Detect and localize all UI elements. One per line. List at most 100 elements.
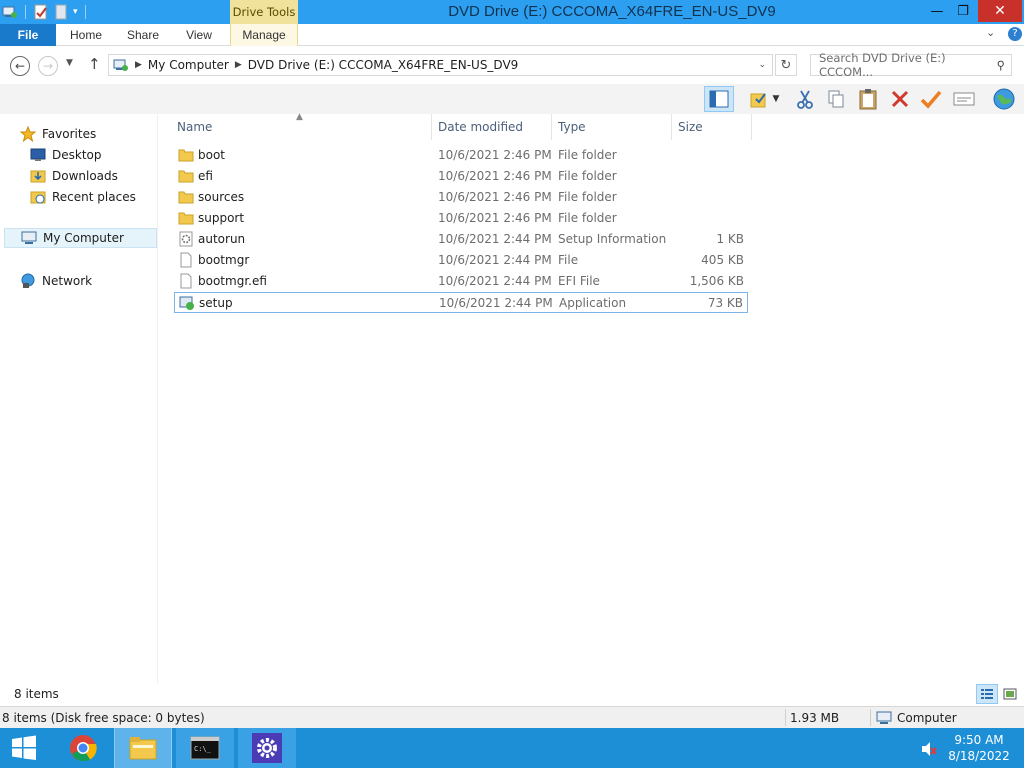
file-type: File folder (558, 211, 617, 225)
delete-x-icon (891, 90, 909, 108)
file-row-support[interactable]: support 10/6/2021 2:46 PM File folder (174, 208, 748, 229)
file-date-modified: 10/6/2021 2:46 PM (438, 148, 552, 162)
file-row-setup[interactable]: setup 10/6/2021 2:44 PM Application 73 KB (174, 292, 748, 313)
column-header-size[interactable]: Size (673, 114, 752, 140)
nav-favorites-label: Favorites (42, 127, 97, 141)
nav-my-computer-label: My Computer (43, 231, 124, 245)
file-name: bootmgr.efi (198, 274, 267, 288)
column-header-type[interactable]: Type (553, 114, 672, 140)
back-button[interactable]: ← (10, 56, 30, 76)
desktop-icon (30, 148, 46, 161)
file-type: Application (559, 296, 627, 310)
file-size: 1,506 KB (689, 274, 744, 288)
taskbar-settings[interactable] (238, 728, 296, 768)
nav-item-downloads[interactable]: Downloads (30, 166, 118, 186)
file-type: Setup Information (558, 232, 667, 246)
file-row-bootmgr-efi[interactable]: bootmgr.efi 10/6/2021 2:44 PM EFI File 1,50… (174, 271, 748, 292)
tab-file[interactable]: File (0, 24, 56, 46)
computer-drive-icon[interactable] (2, 4, 18, 20)
taskbar-chrome[interactable] (54, 728, 112, 768)
setup-info-icon (178, 231, 194, 247)
tab-share[interactable]: Share (117, 24, 169, 46)
nav-network-label: Network (42, 274, 93, 288)
forward-button[interactable]: → (38, 56, 58, 76)
clock-time: 9:50 AM (954, 733, 1004, 747)
file-date-modified: 10/6/2021 2:44 PM (438, 232, 552, 246)
search-icon: ⚲ (996, 58, 1005, 72)
file-row-boot[interactable]: boot 10/6/2021 2:46 PM File folder (174, 145, 748, 166)
tab-home[interactable]: Home (58, 24, 114, 46)
column-header-date-modified[interactable]: Date modified (433, 114, 552, 140)
nav-favorites[interactable]: Favorites (20, 124, 96, 144)
layout-pane-icon (709, 90, 729, 108)
taskbar-clock[interactable]: 9:50 AM 8/18/2022 (944, 732, 1014, 764)
breadcrumb-chevron-icon[interactable]: ▶ (135, 60, 142, 70)
network-globe-button[interactable] (990, 86, 1018, 112)
maximize-button[interactable]: ❐ (950, 0, 976, 22)
breadcrumb-chevron-icon[interactable]: ▶ (235, 60, 242, 70)
svg-text:C:\_: C:\_ (194, 745, 212, 753)
close-button[interactable]: ✕ (978, 0, 1022, 22)
nav-item-recent-places[interactable]: Recent places (30, 187, 136, 207)
file-name: sources (198, 190, 245, 204)
file-name: support (198, 211, 245, 225)
delete-button[interactable] (887, 86, 913, 112)
cut-button[interactable] (793, 86, 817, 112)
expand-ribbon-icon[interactable]: ⌄ (986, 26, 995, 39)
item-count: 8 items (14, 687, 59, 701)
select-options-button[interactable]: ▼ (744, 86, 784, 112)
taskbar-command-prompt[interactable]: C:\_ (176, 728, 234, 768)
preview-pane-button[interactable] (704, 86, 734, 112)
copy-button[interactable] (824, 86, 848, 112)
navigation-pane-divider[interactable] (157, 114, 158, 684)
folder-icon (178, 189, 194, 205)
minimize-button[interactable]: — (924, 0, 950, 22)
help-icon[interactable]: ? (1008, 27, 1022, 41)
folder-icon (178, 168, 194, 184)
address-dropdown-icon[interactable]: ⌄ (758, 60, 766, 70)
up-button[interactable]: ↑ (88, 55, 101, 73)
taskbar-file-explorer[interactable] (114, 728, 172, 768)
file-row-sources[interactable]: sources 10/6/2021 2:46 PM File folder (174, 187, 748, 208)
breadcrumb-my-computer[interactable]: My Computer (148, 58, 229, 72)
new-folder-icon[interactable] (53, 4, 69, 20)
search-input[interactable]: Search DVD Drive (E:) CCCOM... ⚲ (810, 51, 1012, 79)
file-name: autorun (198, 232, 246, 246)
properties-icon[interactable] (33, 4, 49, 20)
breadcrumb-dvd-drive[interactable]: DVD Drive (E:) CCCOMA_X64FRE_EN-US_DV9 (248, 58, 519, 72)
recent-locations-dropdown-icon[interactable]: ▼ (66, 58, 73, 68)
checkmark-icon (920, 90, 942, 109)
nav-my-computer[interactable]: My Computer (4, 228, 157, 248)
globe-icon (993, 88, 1015, 110)
file-type: File folder (558, 148, 617, 162)
file-type: EFI File (558, 274, 600, 288)
computer-drive-icon (113, 59, 128, 71)
file-row-efi[interactable]: efi 10/6/2021 2:46 PM File folder (174, 166, 748, 187)
file-icon (178, 273, 194, 289)
address-bar[interactable]: ▶ My Computer ▶ DVD Drive (E:) CCCOMA_X6… (108, 54, 773, 76)
properties-button[interactable] (950, 86, 978, 112)
large-icons-view-button[interactable] (999, 684, 1021, 704)
application-icon (179, 295, 195, 311)
details-view-button[interactable] (976, 684, 998, 704)
command-prompt-icon: C:\_ (190, 736, 220, 760)
nav-item-recent-places-label: Recent places (52, 190, 136, 204)
nav-item-desktop[interactable]: Desktop (30, 145, 102, 165)
volume-muted-button[interactable] (920, 740, 938, 758)
tab-view[interactable]: View (176, 24, 222, 46)
arrow-up-icon: ↑ (88, 55, 101, 73)
file-row-autorun[interactable]: autorun 10/6/2021 2:44 PM Setup Informatio… (174, 229, 748, 250)
column-header-row: Name Date modified Type Size (172, 114, 752, 140)
file-name: efi (198, 169, 213, 183)
rename-button[interactable] (918, 86, 944, 112)
file-icon (178, 252, 194, 268)
file-row-bootmgr[interactable]: bootmgr 10/6/2021 2:44 PM File 405 KB (174, 250, 748, 271)
downloads-folder-icon (30, 170, 46, 183)
start-button[interactable] (0, 728, 48, 768)
customize-qat-dropdown-icon[interactable]: ▾ (73, 7, 78, 17)
paste-button[interactable] (855, 86, 881, 112)
refresh-button[interactable]: ↻ (775, 54, 797, 76)
refresh-icon: ↻ (780, 57, 792, 73)
tab-manage[interactable]: Manage (230, 24, 298, 46)
nav-network[interactable]: Network (20, 271, 92, 291)
